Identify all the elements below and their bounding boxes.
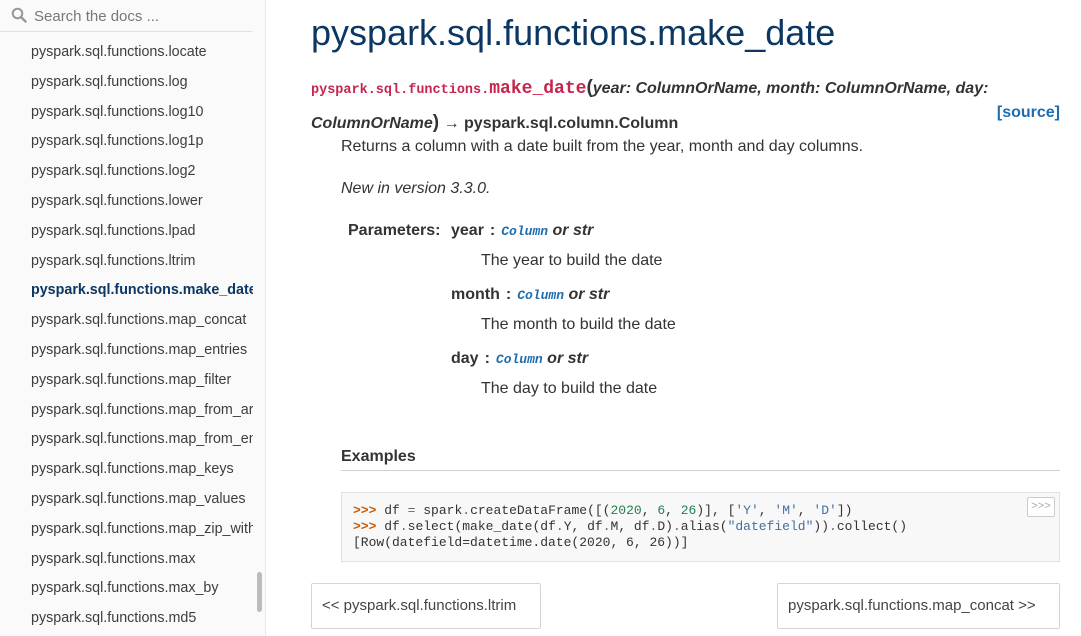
code-token: , bbox=[758, 503, 775, 518]
code-token: . bbox=[829, 519, 837, 534]
code-token: . bbox=[462, 503, 471, 518]
code-token: Y, df bbox=[563, 519, 603, 534]
sidebar-item[interactable]: pyspark.sql.functions.map_zip_with bbox=[0, 515, 253, 545]
sidebar-item[interactable]: pyspark.sql.functions.max bbox=[0, 545, 253, 575]
code-token: ]) bbox=[836, 503, 853, 518]
param-year-description: The year to build the date bbox=[481, 252, 663, 269]
signature-separator: , bbox=[946, 80, 956, 97]
code-token: , bbox=[665, 503, 681, 518]
signature-param-year: year: ColumnOrName bbox=[592, 80, 758, 97]
parameters-label: Parameters: bbox=[348, 222, 441, 239]
code-token: . bbox=[399, 519, 408, 534]
code-number: 26 bbox=[680, 503, 697, 518]
param-month: month: Column or str bbox=[451, 286, 609, 304]
code-token: . bbox=[672, 519, 681, 534]
param-day: day: Column or str bbox=[451, 350, 588, 368]
sidebar-item[interactable]: pyspark.sql.functions.map_keys bbox=[0, 455, 253, 485]
next-page-button[interactable]: pyspark.sql.functions.map_concat >> bbox=[777, 583, 1060, 629]
code-string: 'M' bbox=[774, 503, 798, 518]
code-token: . bbox=[555, 519, 564, 534]
sidebar-item[interactable]: pyspark.sql.functions.log2 bbox=[0, 157, 253, 187]
signature-param-month: month: ColumnOrName bbox=[766, 80, 947, 97]
param-colon: : bbox=[484, 350, 490, 367]
param-type-link[interactable]: Column bbox=[517, 288, 564, 303]
signature-module-prefix: pyspark.sql.functions. bbox=[311, 83, 490, 98]
code-token: , bbox=[797, 503, 814, 518]
code-prompt: >>> bbox=[353, 519, 385, 534]
code-token: spark bbox=[415, 503, 463, 518]
main-content: pyspark.sql.functions.make_date pyspark.… bbox=[311, 0, 1060, 636]
sidebar: pyspark.sql.functions.locatepyspark.sql.… bbox=[0, 0, 266, 636]
code-token: )], [ bbox=[696, 503, 736, 518]
code-output: [Row(datefield=datetime.date(2020, 6, 26… bbox=[353, 535, 689, 550]
version-added-note: New in version 3.3.0. bbox=[341, 180, 491, 197]
sidebar-item[interactable]: pyspark.sql.functions.map_values bbox=[0, 485, 253, 515]
examples-divider bbox=[341, 470, 1060, 471]
search-input[interactable] bbox=[34, 4, 244, 28]
sidebar-scrollbar[interactable] bbox=[257, 572, 262, 612]
code-string: 'Y' bbox=[735, 503, 759, 518]
param-type-alt: or str bbox=[542, 350, 589, 367]
param-month-description: The month to build the date bbox=[481, 316, 676, 333]
param-day-description: The day to build the date bbox=[481, 380, 658, 397]
sidebar-item[interactable]: pyspark.sql.functions.map_entries bbox=[0, 336, 253, 366]
code-token: . bbox=[602, 519, 611, 534]
code-token: alias( bbox=[680, 519, 728, 534]
source-link[interactable]: [source] bbox=[997, 104, 1060, 122]
page-title: pyspark.sql.functions.make_date bbox=[311, 12, 836, 53]
param-year: year: Column or str bbox=[451, 222, 593, 240]
sidebar-item[interactable]: pyspark.sql.functions.max_by bbox=[0, 574, 253, 604]
function-description: Returns a column with a date built from … bbox=[341, 138, 864, 155]
copy-prompt-toggle-button[interactable]: >>> bbox=[1027, 497, 1055, 517]
code-token: D) bbox=[657, 519, 673, 534]
code-number: 6 bbox=[657, 503, 666, 518]
search-icon bbox=[11, 7, 27, 23]
previous-page-button[interactable]: << pyspark.sql.functions.ltrim bbox=[311, 583, 541, 629]
sidebar-item[interactable]: pyspark.sql.functions.map_from_entries bbox=[0, 425, 253, 455]
signature-arrow: → bbox=[439, 115, 465, 132]
code-token: , bbox=[641, 503, 658, 518]
code-token: createDataFrame([( bbox=[470, 503, 611, 518]
param-type-link[interactable]: Column bbox=[501, 224, 548, 239]
sidebar-nav: pyspark.sql.functions.locate pyspark.sql.… bbox=[0, 38, 265, 634]
code-token: M, df bbox=[610, 519, 650, 534]
signature-separator: , bbox=[757, 80, 767, 97]
param-colon: : bbox=[505, 286, 512, 303]
code-string: "datefield" bbox=[727, 519, 814, 534]
signature-function-name: make_date bbox=[489, 79, 587, 99]
param-colon: : bbox=[489, 222, 496, 239]
sidebar-item[interactable]: pyspark.sql.functions.log1p bbox=[0, 127, 253, 157]
sidebar-item[interactable]: pyspark.sql.functions.make_date bbox=[0, 276, 253, 306]
code-string: 'D' bbox=[813, 503, 837, 518]
sidebar-item[interactable]: pyspark.sql.functions.map_concat bbox=[0, 306, 253, 336]
function-signature: pyspark.sql.functions.make_date(year: Co… bbox=[311, 72, 1060, 140]
search-bar bbox=[0, 0, 252, 32]
param-type-alt: or str bbox=[564, 286, 610, 303]
code-token: collect() bbox=[836, 519, 908, 534]
param-name: month bbox=[451, 286, 500, 303]
code-example: >>> df = spark.createDataFrame([(2020, 6… bbox=[341, 492, 1060, 562]
sidebar-item[interactable]: pyspark.sql.functions.log10 bbox=[0, 98, 253, 128]
sidebar-item[interactable]: pyspark.sql.functions.map_filter bbox=[0, 366, 253, 396]
code-token: df bbox=[384, 503, 408, 518]
signature-return-type: pyspark.sql.column.Column bbox=[464, 115, 679, 132]
code-token: df bbox=[384, 519, 400, 534]
sidebar-item[interactable]: pyspark.sql.functions.md5 bbox=[0, 604, 253, 634]
sidebar-item[interactable]: pyspark.sql.functions.lower bbox=[0, 187, 253, 217]
sidebar-item[interactable]: pyspark.sql.functions.map_from_arrays bbox=[0, 396, 253, 426]
sidebar-item[interactable]: pyspark.sql.functions.log bbox=[0, 68, 253, 98]
param-type-link[interactable]: Column bbox=[496, 352, 543, 367]
sidebar-item[interactable]: pyspark.sql.functions.ltrim bbox=[0, 247, 253, 277]
param-type-alt: or str bbox=[548, 222, 594, 239]
sidebar-item[interactable]: pyspark.sql.functions.locate bbox=[0, 38, 253, 68]
code-token: )) bbox=[813, 519, 830, 534]
examples-heading: Examples bbox=[341, 448, 416, 465]
code-token: select(make_date(df bbox=[407, 519, 556, 534]
param-name: year bbox=[451, 222, 484, 239]
code-number: 2020 bbox=[610, 503, 642, 518]
code-prompt: >>> bbox=[353, 503, 385, 518]
sidebar-item[interactable]: pyspark.sql.functions.lpad bbox=[0, 217, 253, 247]
param-name: day bbox=[451, 350, 479, 367]
